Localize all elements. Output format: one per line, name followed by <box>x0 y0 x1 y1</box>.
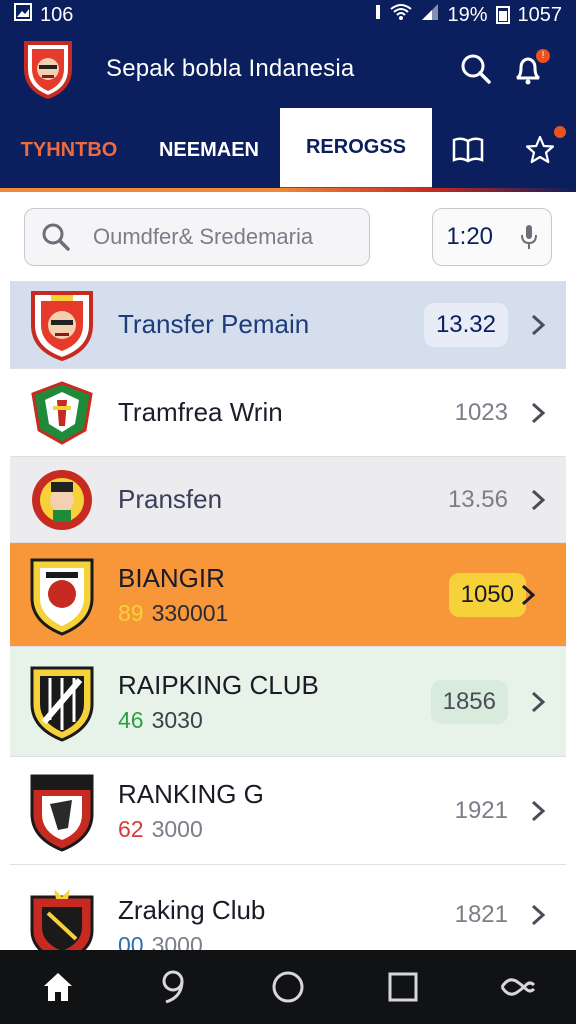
app-header: Sepak bobla Indanesia ! <box>0 30 576 108</box>
list-item[interactable]: Transfer Pemain 13.32 <box>10 281 566 369</box>
club-rank: 46 <box>118 706 144 733</box>
star-icon <box>525 135 555 164</box>
chevron-right-icon <box>531 314 546 335</box>
notification-button[interactable]: ! <box>502 43 554 95</box>
club-value: 1821 <box>454 901 508 928</box>
tab-rerogss[interactable]: REROGSS <box>280 108 432 192</box>
club-crest <box>28 377 96 449</box>
tab-bar: TYHNTBO NEEMAEN REROGSS <box>0 108 576 192</box>
club-name: BIANGIR <box>118 562 225 593</box>
status-left-text: 106 <box>40 3 74 26</box>
club-value: 1023 <box>454 398 508 426</box>
book-tab[interactable] <box>432 108 504 192</box>
microphone-icon <box>520 225 537 249</box>
circle-icon <box>272 971 304 1003</box>
club-points: 3030 <box>151 706 203 733</box>
club-value: 13.56 <box>447 485 508 513</box>
time-field[interactable]: 1:20 <box>432 208 552 266</box>
list-item[interactable]: RAIPKING CLUB 46 3030 1856 <box>10 647 566 757</box>
system-nav-bar <box>0 950 576 1024</box>
chevron-right-icon <box>521 584 536 605</box>
chevron-right-icon <box>531 691 546 712</box>
recent-apps-icon <box>388 972 418 1002</box>
club-value: 1050 <box>448 572 526 617</box>
tab-neemaen[interactable]: NEEMAEN <box>138 108 280 192</box>
home-icon <box>43 973 72 1001</box>
signal-icon <box>421 3 439 27</box>
favorites-tab[interactable] <box>504 108 576 192</box>
list-item[interactable]: Pransfen 13.56 <box>10 457 566 543</box>
home-button[interactable] <box>28 957 88 1017</box>
search-icon <box>42 223 70 251</box>
club-value: 13.32 <box>423 302 508 347</box>
back-button[interactable] <box>488 957 548 1017</box>
list-item[interactable]: RANKING G 62 3000 1921 <box>10 757 566 865</box>
club-crest <box>28 289 96 361</box>
status-bar: 106 19% 1057 <box>0 0 576 30</box>
app-title: Sepak bobla Indanesia <box>106 55 355 82</box>
chevron-right-icon <box>531 904 546 926</box>
search-button[interactable] <box>450 43 502 95</box>
app-logo <box>22 39 74 100</box>
assistant-button[interactable] <box>143 957 203 1017</box>
battery-percent: 19% <box>447 3 488 26</box>
club-stats: 89 330001 <box>118 600 449 627</box>
club-crest <box>28 774 96 852</box>
favorites-badge <box>554 126 566 138</box>
tab-underline <box>0 188 576 192</box>
club-crest <box>28 887 96 959</box>
club-stats: 62 3000 <box>118 816 455 843</box>
club-points: 330001 <box>151 599 229 626</box>
search-placeholder: Oumdfer& Sredemaria <box>93 224 314 249</box>
circle-button[interactable] <box>258 957 318 1017</box>
recent-apps-button[interactable] <box>373 957 433 1017</box>
gallery-icon <box>14 3 32 27</box>
club-rank: 62 <box>118 815 144 842</box>
club-crest <box>28 464 96 536</box>
status-time: 1057 <box>517 3 563 26</box>
battery-icon <box>495 6 510 24</box>
search-row: Oumdfer& Sredemaria 1:20 <box>10 194 566 280</box>
club-value: 1856 <box>430 679 508 724</box>
search-icon <box>461 54 491 84</box>
club-list: Transfer Pemain 13.32 Tramfrea Wrin 1023 <box>10 281 566 959</box>
chevron-right-icon <box>531 402 546 423</box>
book-icon <box>452 137 484 163</box>
chevron-right-icon <box>531 800 546 821</box>
tab-tyhntbo[interactable]: TYHNTBO <box>0 108 138 192</box>
club-name: Zraking Club <box>118 895 266 925</box>
club-crest <box>28 666 96 742</box>
club-name: Pransfen <box>118 484 223 514</box>
list-item[interactable]: BIANGIR 89 330001 1050 <box>10 543 566 647</box>
club-points: 3000 <box>151 815 203 842</box>
club-value: 1921 <box>454 796 508 824</box>
club-name: Tramfrea Wrin <box>118 397 283 427</box>
time-value: 1:20 <box>446 223 494 250</box>
list-item[interactable]: Zraking Club 00 3000 1821 <box>10 865 566 959</box>
search-input[interactable]: Oumdfer& Sredemaria <box>24 208 370 266</box>
assistant-icon <box>162 970 184 1004</box>
club-stats: 46 3030 <box>118 707 431 734</box>
club-name: RANKING G <box>118 778 264 809</box>
list-item[interactable]: Tramfrea Wrin 1023 <box>10 369 566 457</box>
back-icon <box>501 978 536 996</box>
chevron-right-icon <box>531 489 546 510</box>
club-name: RAIPKING CLUB <box>118 669 319 700</box>
wifi-icon <box>389 3 413 27</box>
vibrate-icon <box>375 3 381 27</box>
club-name: Transfer Pemain <box>118 309 310 339</box>
notification-badge: ! <box>536 49 550 63</box>
club-crest <box>28 558 96 636</box>
club-rank: 89 <box>118 599 144 626</box>
